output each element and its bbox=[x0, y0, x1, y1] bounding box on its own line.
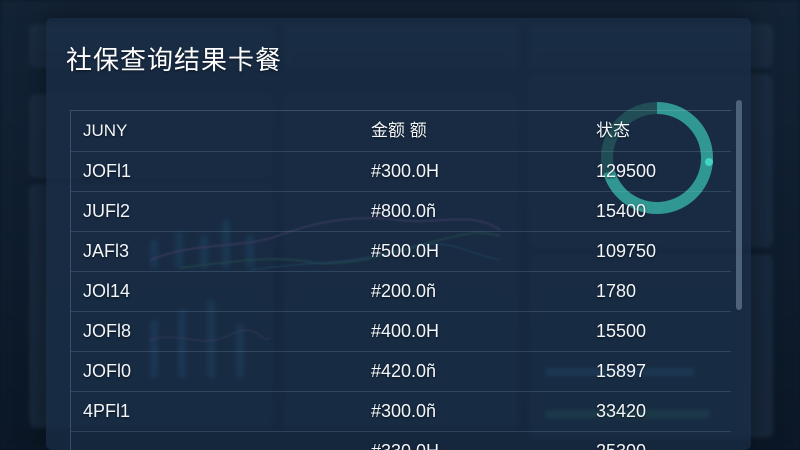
table-row[interactable]: JUFl2 #800.0ñ 15400 bbox=[71, 191, 731, 232]
column-header-status: 状态 bbox=[596, 121, 630, 140]
row-amount: #420.0ñ bbox=[371, 361, 437, 381]
row-amount: #300.0H bbox=[371, 161, 440, 181]
row-name: JAFl3 bbox=[83, 241, 130, 261]
table-row[interactable]: #330.0H 25300 bbox=[71, 431, 731, 450]
row-status: 1780 bbox=[596, 281, 637, 301]
table-row[interactable]: JOl14 #200.0ñ 1780 bbox=[71, 271, 731, 312]
row-amount: #330.0H bbox=[371, 431, 439, 450]
table-row[interactable]: JOFl0 #420.0ñ 15897 bbox=[71, 351, 731, 392]
row-amount: #500.0H bbox=[371, 241, 440, 261]
row-amount: #400.0H bbox=[371, 321, 440, 341]
row-status: 109750 bbox=[596, 241, 657, 261]
row-amount: #200.0ñ bbox=[371, 281, 437, 301]
row-status: 15400 bbox=[596, 201, 647, 221]
row-name: JOFl8 bbox=[83, 321, 132, 341]
row-name: JOl14 bbox=[83, 281, 131, 301]
result-table: JUNY 金额 额 状态 JOFl1 #300.0H 129500 JUFl2 … bbox=[70, 110, 731, 450]
row-name: 4PFl1 bbox=[83, 401, 131, 421]
row-amount: #800.0ñ bbox=[371, 201, 437, 221]
row-name: JUFl2 bbox=[83, 201, 131, 221]
table-scrollbar[interactable] bbox=[736, 100, 742, 310]
table-row[interactable]: JOFl8 #400.0H 15500 bbox=[71, 311, 731, 352]
row-name: JOFl0 bbox=[83, 361, 132, 381]
table-header-row: JUNY 金额 额 状态 bbox=[71, 111, 731, 152]
table-row[interactable]: JOFl1 #300.0H 129500 bbox=[71, 151, 731, 192]
row-status: 15897 bbox=[596, 361, 647, 381]
table-row[interactable]: JAFl3 #500.0H 109750 bbox=[71, 231, 731, 272]
result-panel: 社保查询结果卡餐 JUNY 金额 额 状态 JOFl1 #300.0H 1295… bbox=[46, 18, 751, 450]
row-status: 25300 bbox=[596, 431, 646, 450]
row-status: 33420 bbox=[596, 401, 647, 421]
panel-title: 社保查询结果卡餐 bbox=[66, 46, 283, 76]
column-header-name: JUNY bbox=[83, 121, 128, 140]
table-row[interactable]: 4PFl1 #300.0ñ 33420 bbox=[71, 391, 731, 432]
row-status: 129500 bbox=[596, 161, 657, 181]
row-status: 15500 bbox=[596, 321, 647, 341]
row-name: JOFl1 bbox=[83, 161, 132, 181]
row-amount: #300.0ñ bbox=[371, 401, 437, 421]
column-header-amount: 金额 额 bbox=[371, 121, 427, 140]
